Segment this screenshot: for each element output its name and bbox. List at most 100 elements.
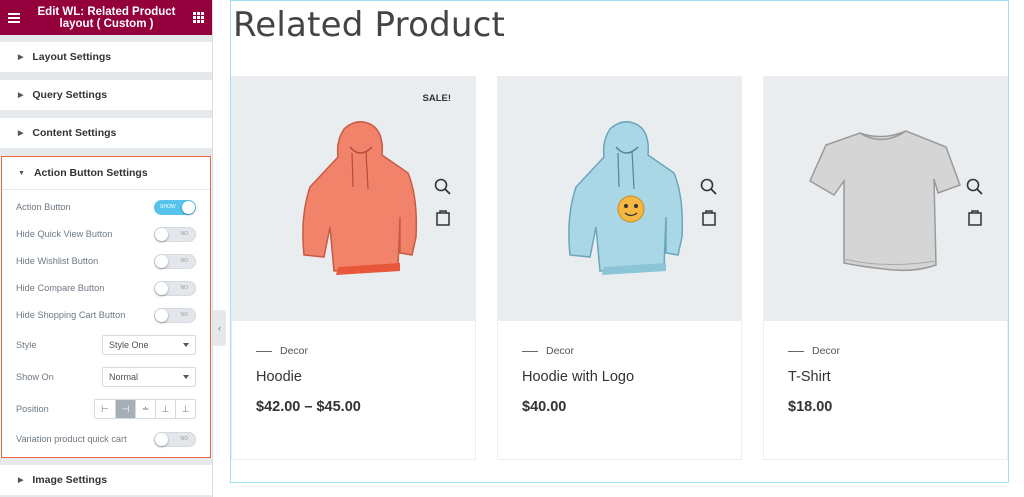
position-right-icon[interactable]: ⊣ xyxy=(115,400,135,418)
product-price: $40.00 xyxy=(522,399,567,415)
position-bottom-icon[interactable]: ⊥ xyxy=(155,400,175,418)
toggle-knob xyxy=(155,281,168,295)
hide-compare-toggle[interactable]: NO xyxy=(154,280,196,296)
product-category[interactable]: Decor xyxy=(522,345,574,357)
product-card[interactable]: Decor Hoodie with Logo $40.00 xyxy=(497,76,742,460)
tshirt-image xyxy=(809,130,961,272)
dropdown-arrow-icon xyxy=(183,343,189,347)
section-action-button-settings: ▼ Action Button Settings Action Button S… xyxy=(1,156,211,458)
control-variation-quick-cart: Variation product quick cart NO xyxy=(16,429,196,449)
section-label: Image Settings xyxy=(32,474,108,486)
control-show-on: Show On Normal xyxy=(16,367,196,387)
hoodie-image xyxy=(302,121,418,275)
search-icon[interactable] xyxy=(965,177,985,197)
control-label: Hide Compare Button xyxy=(16,283,105,293)
position-choices: ⊢ ⊣ ∸ ⊥ ⊥ xyxy=(94,399,196,419)
category-label: Decor xyxy=(280,345,309,357)
control-label: Hide Shopping Cart Button xyxy=(16,310,126,320)
toggle-text: NO xyxy=(180,284,189,291)
section-query-settings[interactable]: ▶ Query Settings xyxy=(0,80,212,111)
search-icon[interactable] xyxy=(433,177,453,197)
position-left-icon[interactable]: ⊢ xyxy=(95,400,115,418)
product-category[interactable]: Decor xyxy=(256,345,308,357)
control-hide-compare: Hide Compare Button NO xyxy=(16,278,196,298)
widgets-grid-icon[interactable] xyxy=(193,12,204,23)
product-price: $18.00 xyxy=(788,399,833,415)
control-action-button: Action Button SHOW xyxy=(16,197,196,217)
section-gap xyxy=(0,73,212,80)
toggle-text: SHOW xyxy=(160,203,176,210)
control-label: Hide Wishlist Button xyxy=(16,256,99,266)
control-label: Position xyxy=(16,404,49,414)
product-image[interactable] xyxy=(498,77,741,321)
panel-header: Edit WL: Related Product layout ( Custom… xyxy=(0,0,212,35)
section-label: Action Button Settings xyxy=(33,167,148,179)
section-label: Layout Settings xyxy=(32,51,112,63)
section-label: Query Settings xyxy=(32,89,108,101)
action-button-toggle[interactable]: SHOW xyxy=(154,199,196,215)
caret-right-icon: ▶ xyxy=(18,477,24,484)
product-title[interactable]: T-Shirt xyxy=(788,369,831,385)
panel-title: Edit WL: Related Product layout ( Custom… xyxy=(37,5,176,30)
menu-icon[interactable] xyxy=(8,12,20,23)
hide-quick-view-toggle[interactable]: NO xyxy=(154,226,196,242)
category-dash xyxy=(522,350,538,352)
caret-right-icon: ▶ xyxy=(18,92,24,99)
product-category[interactable]: Decor xyxy=(788,345,840,357)
caret-down-icon: ▼ xyxy=(18,169,25,177)
editor-root: Edit WL: Related Product layout ( Custom… xyxy=(0,0,1024,497)
section-image-settings[interactable]: ▶ Image Settings xyxy=(0,465,212,496)
product-image[interactable]: SALE! xyxy=(232,77,475,321)
settings-panel: Edit WL: Related Product layout ( Custom… xyxy=(0,0,213,497)
toggle-text: NO xyxy=(180,257,189,264)
section-label: Content Settings xyxy=(32,127,117,139)
toggle-knob xyxy=(155,227,168,241)
toggle-knob xyxy=(155,254,168,268)
control-label: Action Button xyxy=(16,202,71,212)
product-price: $42.00 – $45.00 xyxy=(256,399,361,415)
product-title[interactable]: Hoodie xyxy=(256,369,302,385)
shopping-bag-icon[interactable] xyxy=(699,207,719,227)
control-label: Style xyxy=(16,340,37,350)
product-card[interactable]: Decor T-Shirt $18.00 xyxy=(763,76,1008,460)
product-title[interactable]: Hoodie with Logo xyxy=(522,369,634,385)
search-icon[interactable] xyxy=(699,177,719,197)
shopping-bag-icon[interactable] xyxy=(433,207,453,227)
control-label: Variation product quick cart xyxy=(16,434,127,444)
control-style: Style Style One xyxy=(16,335,196,355)
control-label: Show On xyxy=(16,372,54,382)
section-gap xyxy=(0,35,212,42)
product-card[interactable]: SALE! Decor Hoodie $42.00 – $45.00 xyxy=(231,76,476,460)
style-select[interactable]: Style One xyxy=(102,335,196,355)
caret-right-icon: ▶ xyxy=(18,130,24,137)
category-label: Decor xyxy=(812,345,841,357)
category-dash xyxy=(256,350,272,352)
toggle-text: NO xyxy=(180,311,189,318)
toggle-text: NO xyxy=(180,230,189,237)
section-gap xyxy=(0,149,212,156)
toggle-knob xyxy=(155,432,168,446)
control-hide-quick-view: Hide Quick View Button NO xyxy=(16,224,196,244)
show-on-select[interactable]: Normal xyxy=(102,367,196,387)
variation-quick-cart-toggle[interactable]: NO xyxy=(154,431,196,447)
position-middle-icon[interactable]: ∸ xyxy=(135,400,155,418)
page-title: Related Product xyxy=(233,5,506,45)
position-bottom-alt-icon[interactable]: ⊥ xyxy=(175,400,195,418)
caret-right-icon: ▶ xyxy=(18,54,24,61)
preview-canvas: Related Product SALE! Decor Hoodie $42.0… xyxy=(230,0,1009,483)
collapse-panel-icon[interactable]: ‹ xyxy=(213,310,226,346)
hide-cart-toggle[interactable]: NO xyxy=(154,307,196,323)
shopping-bag-icon[interactable] xyxy=(965,207,985,227)
section-layout-settings[interactable]: ▶ Layout Settings xyxy=(0,42,212,73)
dropdown-arrow-icon xyxy=(183,375,189,379)
control-position: Position ⊢ ⊣ ∸ ⊥ ⊥ xyxy=(16,399,196,419)
control-hide-wishlist: Hide Wishlist Button NO xyxy=(16,251,196,271)
section-content-settings[interactable]: ▶ Content Settings xyxy=(0,118,212,149)
product-image[interactable] xyxy=(764,77,1007,321)
select-value: Normal xyxy=(109,372,139,382)
select-value: Style One xyxy=(109,340,149,350)
section-gap xyxy=(0,458,212,465)
hide-wishlist-toggle[interactable]: NO xyxy=(154,253,196,269)
hoodie-with-logo-image xyxy=(568,121,684,275)
action-section-header[interactable]: ▼ Action Button Settings xyxy=(2,157,210,190)
